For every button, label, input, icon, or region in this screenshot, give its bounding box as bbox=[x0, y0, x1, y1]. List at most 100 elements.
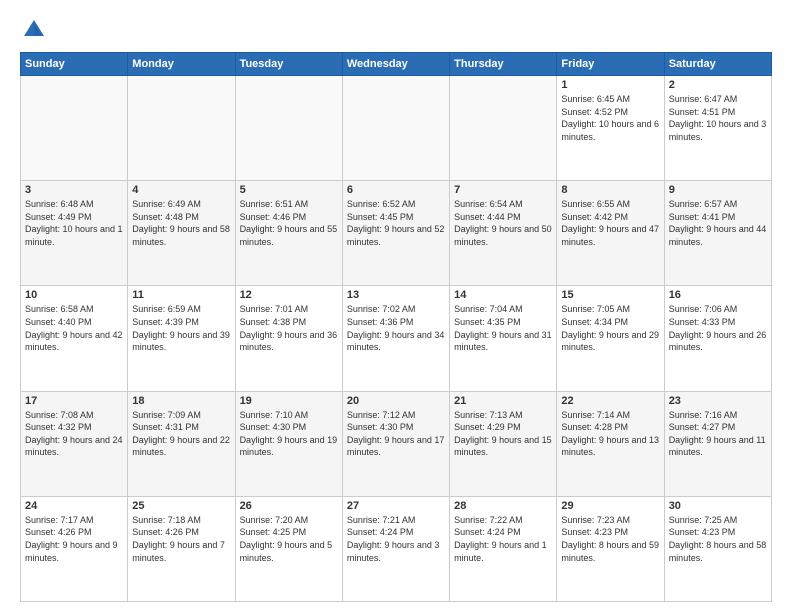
day-info: Sunrise: 7:06 AM Sunset: 4:33 PM Dayligh… bbox=[669, 303, 767, 353]
day-info: Sunrise: 7:25 AM Sunset: 4:23 PM Dayligh… bbox=[669, 514, 767, 564]
day-number: 12 bbox=[240, 289, 338, 301]
day-number: 11 bbox=[132, 289, 230, 301]
calendar-cell: 30 Sunrise: 7:25 AM Sunset: 4:23 PM Dayli… bbox=[664, 496, 771, 601]
calendar-cell bbox=[21, 76, 128, 181]
calendar-row-4: 24 Sunrise: 7:17 AM Sunset: 4:26 PM Dayli… bbox=[21, 496, 772, 601]
day-info: Sunrise: 7:10 AM Sunset: 4:30 PM Dayligh… bbox=[240, 409, 338, 459]
page: SundayMondayTuesdayWednesdayThursdayFrid… bbox=[0, 0, 792, 612]
calendar-cell: 17Sunrise: 7:08 AM Sunset: 4:32 PM Dayli… bbox=[21, 391, 128, 496]
day-info: Sunrise: 7:05 AM Sunset: 4:34 PM Dayligh… bbox=[561, 303, 659, 353]
day-number: 4 bbox=[132, 184, 230, 196]
day-info: Sunrise: 7:21 AM Sunset: 4:24 PM Dayligh… bbox=[347, 514, 445, 564]
calendar-cell: 16 Sunrise: 7:06 AM Sunset: 4:33 PM Dayli… bbox=[664, 286, 771, 391]
day-info: Sunrise: 6:51 AM Sunset: 4:46 PM Dayligh… bbox=[240, 198, 338, 248]
day-number: 14 bbox=[454, 289, 552, 301]
day-number: 16 bbox=[669, 289, 767, 301]
calendar-cell: 20 Sunrise: 7:12 AM Sunset: 4:30 PM Dayli… bbox=[342, 391, 449, 496]
calendar-cell: 29 Sunrise: 7:23 AM Sunset: 4:23 PM Dayli… bbox=[557, 496, 664, 601]
day-number: 10 bbox=[25, 289, 123, 301]
day-info: Sunrise: 7:22 AM Sunset: 4:24 PM Dayligh… bbox=[454, 514, 552, 564]
day-info: Sunrise: 6:48 AM Sunset: 4:49 PM Dayligh… bbox=[25, 198, 123, 248]
calendar-cell: 18 Sunrise: 7:09 AM Sunset: 4:31 PM Dayli… bbox=[128, 391, 235, 496]
day-number: 7 bbox=[454, 184, 552, 196]
day-info: Sunrise: 6:54 AM Sunset: 4:44 PM Dayligh… bbox=[454, 198, 552, 248]
day-number: 8 bbox=[561, 184, 659, 196]
day-info: Sunrise: 7:12 AM Sunset: 4:30 PM Dayligh… bbox=[347, 409, 445, 459]
day-number: 19 bbox=[240, 395, 338, 407]
day-info: Sunrise: 7:14 AM Sunset: 4:28 PM Dayligh… bbox=[561, 409, 659, 459]
calendar-cell: 26Sunrise: 7:20 AM Sunset: 4:25 PM Dayli… bbox=[235, 496, 342, 601]
day-number: 9 bbox=[669, 184, 767, 196]
calendar-cell: 2 Sunrise: 6:47 AM Sunset: 4:51 PM Daylig… bbox=[664, 76, 771, 181]
calendar-cell bbox=[128, 76, 235, 181]
calendar-cell: 8 Sunrise: 6:55 AM Sunset: 4:42 PM Daylig… bbox=[557, 181, 664, 286]
day-info: Sunrise: 7:02 AM Sunset: 4:36 PM Dayligh… bbox=[347, 303, 445, 353]
calendar-row-3: 17Sunrise: 7:08 AM Sunset: 4:32 PM Dayli… bbox=[21, 391, 772, 496]
day-number: 5 bbox=[240, 184, 338, 196]
weekday-header-wednesday: Wednesday bbox=[342, 53, 449, 76]
calendar-cell: 12 Sunrise: 7:01 AM Sunset: 4:38 PM Dayli… bbox=[235, 286, 342, 391]
day-info: Sunrise: 7:23 AM Sunset: 4:23 PM Dayligh… bbox=[561, 514, 659, 564]
day-info: Sunrise: 7:01 AM Sunset: 4:38 PM Dayligh… bbox=[240, 303, 338, 353]
day-info: Sunrise: 6:47 AM Sunset: 4:51 PM Dayligh… bbox=[669, 93, 767, 143]
calendar-cell: 3 Sunrise: 6:48 AM Sunset: 4:49 PM Daylig… bbox=[21, 181, 128, 286]
day-info: Sunrise: 7:04 AM Sunset: 4:35 PM Dayligh… bbox=[454, 303, 552, 353]
day-number: 27 bbox=[347, 500, 445, 512]
day-number: 28 bbox=[454, 500, 552, 512]
calendar-row-2: 10 Sunrise: 6:58 AM Sunset: 4:40 PM Dayli… bbox=[21, 286, 772, 391]
calendar-cell: 9 Sunrise: 6:57 AM Sunset: 4:41 PM Daylig… bbox=[664, 181, 771, 286]
calendar-cell: 14 Sunrise: 7:04 AM Sunset: 4:35 PM Dayli… bbox=[450, 286, 557, 391]
calendar-cell: 15 Sunrise: 7:05 AM Sunset: 4:34 PM Dayli… bbox=[557, 286, 664, 391]
day-info: Sunrise: 6:59 AM Sunset: 4:39 PM Dayligh… bbox=[132, 303, 230, 353]
day-number: 20 bbox=[347, 395, 445, 407]
day-number: 23 bbox=[669, 395, 767, 407]
calendar-cell: 4 Sunrise: 6:49 AM Sunset: 4:48 PM Daylig… bbox=[128, 181, 235, 286]
day-number: 13 bbox=[347, 289, 445, 301]
weekday-header-thursday: Thursday bbox=[450, 53, 557, 76]
day-info: Sunrise: 7:16 AM Sunset: 4:27 PM Dayligh… bbox=[669, 409, 767, 459]
day-number: 6 bbox=[347, 184, 445, 196]
day-number: 1 bbox=[561, 79, 659, 91]
calendar-cell: 24 Sunrise: 7:17 AM Sunset: 4:26 PM Dayli… bbox=[21, 496, 128, 601]
weekday-header-monday: Monday bbox=[128, 53, 235, 76]
calendar-table: SundayMondayTuesdayWednesdayThursdayFrid… bbox=[20, 52, 772, 602]
day-number: 2 bbox=[669, 79, 767, 91]
day-number: 30 bbox=[669, 500, 767, 512]
day-info: Sunrise: 6:49 AM Sunset: 4:48 PM Dayligh… bbox=[132, 198, 230, 248]
calendar-cell: 5 Sunrise: 6:51 AM Sunset: 4:46 PM Daylig… bbox=[235, 181, 342, 286]
day-number: 3 bbox=[25, 184, 123, 196]
day-number: 24 bbox=[25, 500, 123, 512]
calendar-cell bbox=[235, 76, 342, 181]
header bbox=[20, 16, 772, 44]
day-number: 29 bbox=[561, 500, 659, 512]
calendar-cell: 1 Sunrise: 6:45 AM Sunset: 4:52 PM Daylig… bbox=[557, 76, 664, 181]
day-number: 26 bbox=[240, 500, 338, 512]
calendar-row-1: 3 Sunrise: 6:48 AM Sunset: 4:49 PM Daylig… bbox=[21, 181, 772, 286]
day-info: Sunrise: 6:58 AM Sunset: 4:40 PM Dayligh… bbox=[25, 303, 123, 353]
weekday-header-friday: Friday bbox=[557, 53, 664, 76]
day-info: Sunrise: 7:08 AM Sunset: 4:32 PM Dayligh… bbox=[25, 409, 123, 459]
calendar-cell bbox=[342, 76, 449, 181]
logo bbox=[20, 16, 52, 44]
day-info: Sunrise: 6:57 AM Sunset: 4:41 PM Dayligh… bbox=[669, 198, 767, 248]
calendar-cell: 13 Sunrise: 7:02 AM Sunset: 4:36 PM Dayli… bbox=[342, 286, 449, 391]
calendar-cell: 6Sunrise: 6:52 AM Sunset: 4:45 PM Daylig… bbox=[342, 181, 449, 286]
day-info: Sunrise: 7:18 AM Sunset: 4:26 PM Dayligh… bbox=[132, 514, 230, 564]
calendar-cell: 21Sunrise: 7:13 AM Sunset: 4:29 PM Dayli… bbox=[450, 391, 557, 496]
calendar-cell: 19 Sunrise: 7:10 AM Sunset: 4:30 PM Dayli… bbox=[235, 391, 342, 496]
calendar-cell: 28 Sunrise: 7:22 AM Sunset: 4:24 PM Dayli… bbox=[450, 496, 557, 601]
day-info: Sunrise: 7:17 AM Sunset: 4:26 PM Dayligh… bbox=[25, 514, 123, 564]
weekday-header-row: SundayMondayTuesdayWednesdayThursdayFrid… bbox=[21, 53, 772, 76]
day-info: Sunrise: 6:45 AM Sunset: 4:52 PM Dayligh… bbox=[561, 93, 659, 143]
weekday-header-tuesday: Tuesday bbox=[235, 53, 342, 76]
day-info: Sunrise: 7:09 AM Sunset: 4:31 PM Dayligh… bbox=[132, 409, 230, 459]
day-number: 21 bbox=[454, 395, 552, 407]
calendar-cell: 27 Sunrise: 7:21 AM Sunset: 4:24 PM Dayli… bbox=[342, 496, 449, 601]
calendar-cell bbox=[450, 76, 557, 181]
day-number: 18 bbox=[132, 395, 230, 407]
day-number: 15 bbox=[561, 289, 659, 301]
calendar-cell: 22 Sunrise: 7:14 AM Sunset: 4:28 PM Dayli… bbox=[557, 391, 664, 496]
day-info: Sunrise: 6:55 AM Sunset: 4:42 PM Dayligh… bbox=[561, 198, 659, 248]
calendar-cell: 11 Sunrise: 6:59 AM Sunset: 4:39 PM Dayli… bbox=[128, 286, 235, 391]
day-number: 22 bbox=[561, 395, 659, 407]
